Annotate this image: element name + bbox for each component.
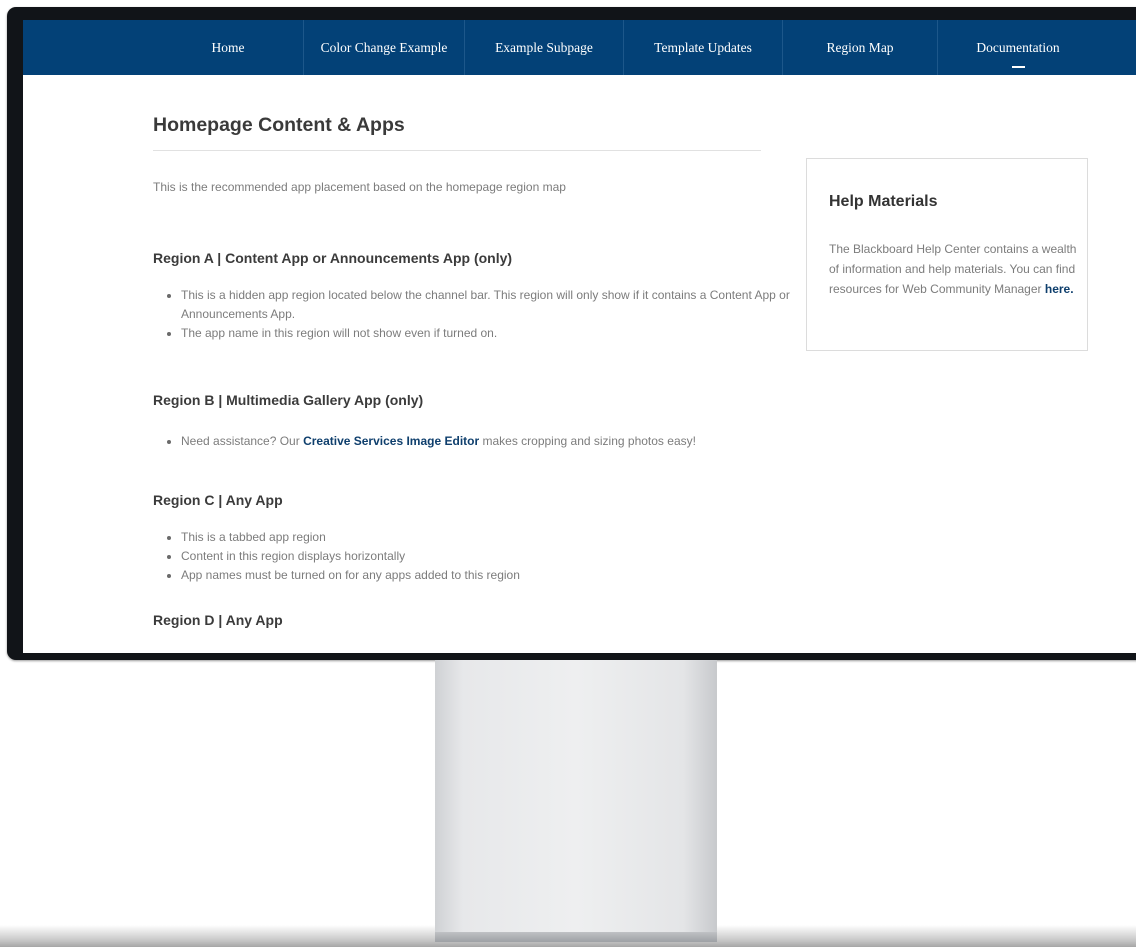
- list-item: Content in this region displays horizont…: [167, 547, 801, 566]
- list-item: App names must be turned on for any apps…: [167, 566, 801, 585]
- list-item: This is a hidden app region located belo…: [167, 286, 801, 324]
- region-a-heading: Region A | Content App or Announcements …: [153, 250, 513, 266]
- region-a-list: This is a hidden app region located belo…: [153, 286, 801, 343]
- nav-item-template-updates[interactable]: Template Updates: [624, 20, 783, 75]
- help-text-body: The Blackboard Help Center contains a we…: [829, 242, 1077, 296]
- list-item: Need assistance? Our Creative Services I…: [167, 432, 801, 451]
- main-navigation: Home Color Change Example Example Subpag…: [23, 20, 1136, 75]
- bullet-text-suffix: makes cropping and sizing photos easy!: [479, 434, 696, 448]
- monitor-stand-foot: [435, 932, 717, 942]
- help-here-link[interactable]: here.: [1045, 282, 1074, 296]
- nav-item-label: Home: [211, 40, 245, 55]
- help-materials-text: The Blackboard Help Center contains a we…: [829, 239, 1079, 299]
- nav-item-label: Region Map: [826, 40, 894, 55]
- list-item: This is a tabbed app region: [167, 528, 801, 547]
- region-c-heading: Region C | Any App: [153, 492, 283, 508]
- active-nav-indicator: [1012, 66, 1025, 68]
- title-divider: [153, 150, 761, 151]
- region-b-list: Need assistance? Our Creative Services I…: [153, 432, 801, 451]
- monitor-stand: [435, 660, 717, 942]
- nav-item-documentation[interactable]: Documentation: [938, 20, 1098, 75]
- intro-text: This is the recommended app placement ba…: [153, 180, 566, 194]
- nav-item-label: Documentation: [976, 40, 1060, 55]
- nav-item-region-map[interactable]: Region Map: [783, 20, 938, 75]
- nav-item-label: Color Change Example: [320, 40, 448, 55]
- nav-item-example-subpage[interactable]: Example Subpage: [465, 20, 624, 75]
- region-c-list: This is a tabbed app region Content in t…: [153, 528, 801, 585]
- bullet-text-prefix: Need assistance? Our: [181, 434, 304, 448]
- nav-item-label: Template Updates: [654, 40, 752, 55]
- page-title: Homepage Content & Apps: [153, 114, 405, 136]
- nav-item-color-change-example[interactable]: Color Change Example: [304, 20, 465, 75]
- nav-item-home[interactable]: Home: [153, 20, 304, 75]
- nav-item-label: Example Subpage: [495, 40, 593, 55]
- monitor-bezel: Home Color Change Example Example Subpag…: [7, 7, 1136, 660]
- list-item: The app name in this region will not sho…: [167, 324, 801, 343]
- creative-services-image-editor-link[interactable]: Creative Services Image Editor: [303, 434, 479, 448]
- region-b-heading: Region B | Multimedia Gallery App (only): [153, 392, 424, 408]
- browser-viewport: Home Color Change Example Example Subpag…: [23, 20, 1136, 653]
- help-materials-title: Help Materials: [829, 193, 938, 210]
- region-d-heading: Region D | Any App: [153, 612, 283, 628]
- help-materials-box: Help Materials The Blackboard Help Cente…: [806, 158, 1088, 351]
